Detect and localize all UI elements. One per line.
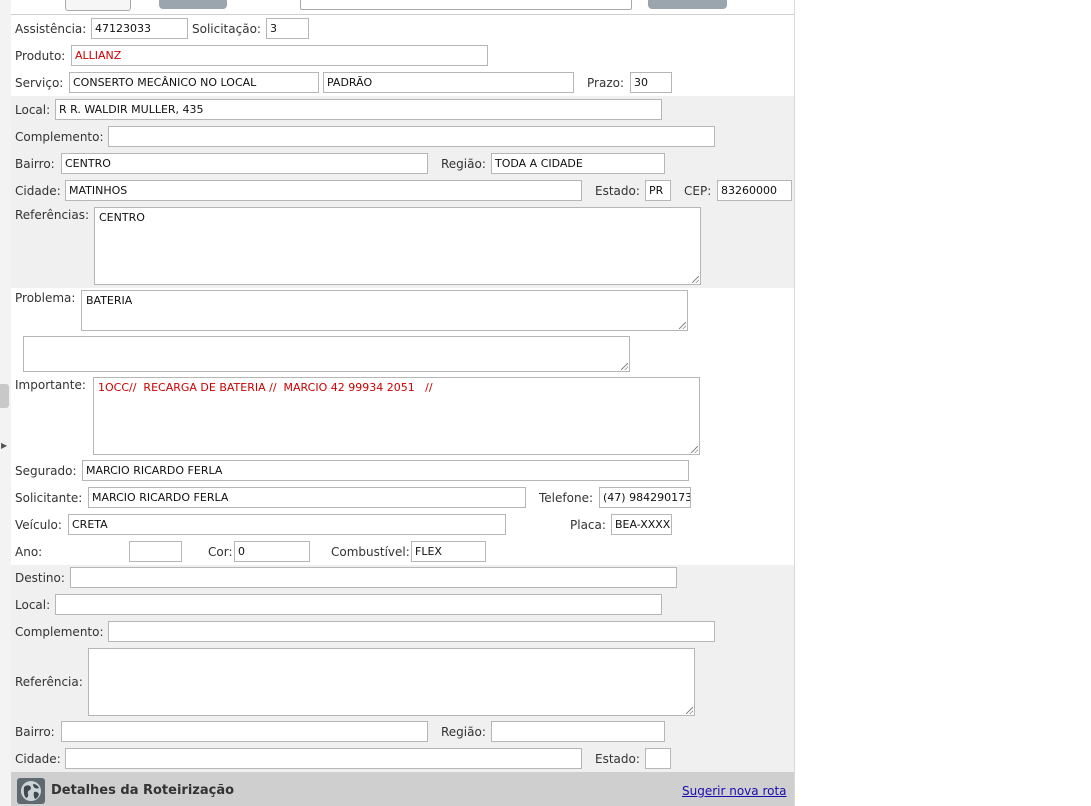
veiculo-field[interactable]: CRETA bbox=[68, 514, 506, 535]
telefone-label: Telefone: bbox=[539, 491, 593, 505]
toolbar-button[interactable] bbox=[159, 0, 227, 9]
suggest-new-route-link[interactable]: Sugerir nova rota bbox=[682, 784, 787, 798]
destino-estado-field[interactable] bbox=[645, 748, 671, 769]
destino-complemento-field[interactable] bbox=[108, 621, 715, 642]
destino-bairro-label: Bairro: bbox=[15, 725, 55, 739]
destino-regiao-label: Região: bbox=[441, 725, 486, 739]
combustivel-field[interactable]: FLEX bbox=[411, 541, 486, 562]
globe-icon bbox=[17, 778, 45, 804]
destino-label: Destino: bbox=[15, 571, 65, 585]
cidade-field[interactable]: MATINHOS bbox=[65, 180, 582, 201]
produto-field[interactable]: ALLIANZ bbox=[71, 45, 488, 66]
produto-label: Produto: bbox=[15, 49, 66, 63]
destino-estado-label: Estado: bbox=[595, 752, 640, 766]
routing-details-header: Detalhes da Roteirização Sugerir nova ro… bbox=[11, 772, 794, 806]
ano-field[interactable] bbox=[129, 541, 182, 562]
servico-label: Serviço: bbox=[15, 76, 64, 90]
local-field[interactable]: R R. WALDIR MULLER, 435 bbox=[55, 99, 662, 120]
importante-text: 1OCC// RECARGA DE BATERIA // MARCIO 42 9… bbox=[98, 381, 433, 394]
solicitacao-field[interactable]: 3 bbox=[266, 18, 309, 39]
destino-referencia-label: Referência: bbox=[15, 675, 83, 689]
toolbar-input[interactable] bbox=[300, 0, 632, 10]
routing-details-title: Detalhes da Roteirização bbox=[51, 783, 235, 798]
problema-extra-textarea[interactable] bbox=[23, 336, 630, 372]
toolbar-button[interactable] bbox=[648, 0, 727, 9]
prazo-label: Prazo: bbox=[587, 76, 624, 90]
resize-grip-icon[interactable] bbox=[621, 363, 628, 370]
destino-field[interactable] bbox=[70, 567, 677, 588]
referencias-label: Referências: bbox=[15, 208, 90, 222]
destino-local-label: Local: bbox=[15, 598, 51, 612]
combustivel-label: Combustível: bbox=[331, 545, 410, 559]
regiao-label: Região: bbox=[441, 157, 486, 171]
expand-arrow-icon[interactable]: ▶ bbox=[1, 441, 7, 451]
local-label: Local: bbox=[15, 103, 51, 117]
assistencia-label: Assistência: bbox=[15, 22, 87, 36]
destino-local-field[interactable] bbox=[55, 594, 662, 615]
regiao-field[interactable]: TODA A CIDADE bbox=[491, 153, 665, 174]
resize-grip-icon[interactable] bbox=[692, 276, 699, 283]
referencias-text: CENTRO bbox=[99, 211, 145, 224]
prazo-field[interactable]: 30 bbox=[630, 72, 672, 93]
importante-textarea[interactable]: 1OCC// RECARGA DE BATERIA // MARCIO 42 9… bbox=[93, 377, 700, 455]
bairro-label: Bairro: bbox=[15, 157, 55, 171]
placa-label: Placa: bbox=[570, 518, 606, 532]
referencias-textarea[interactable]: CENTRO bbox=[94, 207, 701, 285]
problema-label: Problema: bbox=[15, 291, 76, 305]
solicitacao-label: Solicitação: bbox=[192, 22, 261, 36]
solicitante-field[interactable]: MARCIO RICARDO FERLA bbox=[88, 487, 526, 508]
veiculo-label: Veículo: bbox=[15, 518, 62, 532]
servico-tipo-field[interactable]: PADRÃO bbox=[323, 72, 574, 93]
estado-field[interactable]: PR bbox=[645, 180, 671, 201]
cidade-label: Cidade: bbox=[15, 184, 61, 198]
cor-field[interactable]: 0 bbox=[234, 541, 310, 562]
service-order-panel: Assistência: 47123033 Solicitação: 3 Pro… bbox=[11, 0, 795, 806]
top-toolbar bbox=[11, 0, 794, 15]
servico-field[interactable]: CONSERTO MECÂNICO NO LOCAL bbox=[69, 72, 319, 93]
toolbar-button[interactable] bbox=[65, 0, 131, 11]
estado-label: Estado: bbox=[595, 184, 640, 198]
segurado-field[interactable]: MARCIO RICARDO FERLA bbox=[82, 460, 689, 481]
assistencia-field[interactable]: 47123033 bbox=[91, 18, 188, 39]
resize-grip-icon[interactable] bbox=[679, 322, 686, 329]
importante-label: Importante: bbox=[15, 378, 86, 392]
cor-label: Cor: bbox=[208, 545, 233, 559]
destino-bairro-field[interactable] bbox=[61, 721, 428, 742]
problema-text: BATERIA bbox=[86, 294, 133, 307]
resize-grip-icon[interactable] bbox=[691, 446, 698, 453]
destino-regiao-field[interactable] bbox=[491, 721, 665, 742]
collapse-handle[interactable] bbox=[0, 384, 9, 408]
destino-complemento-label: Complemento: bbox=[15, 625, 104, 639]
complemento-label: Complemento: bbox=[15, 130, 104, 144]
solicitante-label: Solicitante: bbox=[15, 491, 83, 505]
complemento-field[interactable] bbox=[108, 126, 715, 147]
ano-label: Ano: bbox=[15, 545, 43, 559]
segurado-label: Segurado: bbox=[15, 464, 77, 478]
placa-field[interactable]: BEA-XXXX bbox=[611, 514, 672, 535]
destino-cidade-label: Cidade: bbox=[15, 752, 61, 766]
resize-grip-icon[interactable] bbox=[686, 707, 693, 714]
problema-textarea[interactable]: BATERIA bbox=[81, 290, 688, 331]
destino-referencia-textarea[interactable] bbox=[88, 648, 695, 716]
cep-label: CEP: bbox=[684, 184, 712, 198]
cep-field[interactable]: 83260000 bbox=[717, 180, 792, 201]
destino-cidade-field[interactable] bbox=[65, 748, 582, 769]
bairro-field[interactable]: CENTRO bbox=[61, 153, 428, 174]
telefone-field[interactable]: (47) 984290173 bbox=[599, 487, 691, 508]
